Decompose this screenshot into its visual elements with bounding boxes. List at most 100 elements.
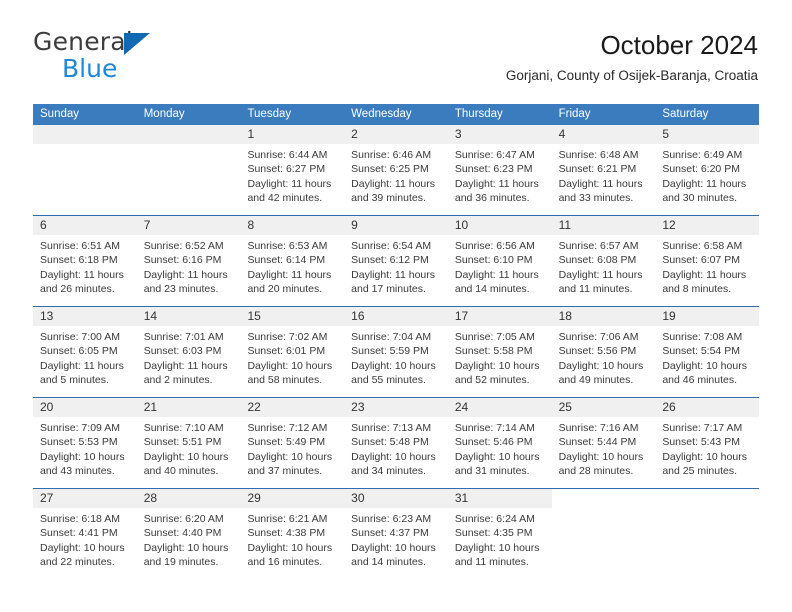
day-daylight-line: Daylight: 11 hours (558, 268, 643, 281)
day-daylight-line: Daylight: 11 hours (351, 268, 436, 281)
day-daylight-line: Daylight: 10 hours (558, 450, 644, 463)
day-daylight-line: and 26 minutes. (40, 282, 115, 295)
day-daylight-line: Daylight: 11 hours (351, 177, 436, 190)
day-sunrise-line: Sunrise: 7:13 AM (351, 422, 432, 434)
calendar-day-cell[interactable]: 5 Sunrise: 6:49 AM Sunset: 6:20 PM Daylight… (655, 125, 760, 215)
day-daylight-line: and 20 minutes. (247, 282, 323, 295)
calendar-page: General Blue October 2024 Gorjani, Count… (0, 0, 792, 612)
day-sunrise-line: Sunrise: 6:21 AM (247, 513, 328, 525)
calendar-day-cell[interactable]: 28 Sunrise: 6:20 AM Sunset: 4:40 PM Dayligh… (136, 489, 241, 579)
day-daylight-line: and 55 minutes. (351, 373, 426, 386)
calendar-day-cell[interactable]: 26 Sunrise: 7:17 AM Sunset: 5:43 PM Dayligh… (655, 398, 760, 488)
weekday-header-row: Sunday Monday Tuesday Wednesday Thursday Frid… (33, 104, 759, 125)
page-title: October 2024 (600, 30, 758, 60)
calendar-day-cell[interactable]: 29 Sunrise: 6:21 AM Sunset: 4:38 PM Dayligh… (240, 489, 345, 579)
day-sunrise-line: Sunrise: 7:16 AM (558, 422, 639, 434)
logo-text-general: General (33, 27, 133, 56)
calendar-day-cell[interactable]: 11 Sunrise: 6:57 AM Sunset: 6:08 PM Dayligh… (551, 216, 656, 306)
day-sunrise-line: Sunrise: 7:10 AM (143, 422, 224, 434)
day-sunrise-line: Sunrise: 6:49 AM (662, 149, 743, 161)
calendar-week-row: 27 Sunrise: 6:18 AM Sunset: 4:41 PM Dayligh… (33, 488, 760, 579)
day-sunrise-line: Sunrise: 6:56 AM (454, 240, 535, 252)
day-daylight-line: Daylight: 11 hours (143, 359, 228, 372)
day-sunset-line: Sunset: 5:44 PM (558, 436, 637, 449)
calendar-day-cell[interactable]: 9 Sunrise: 6:54 AM Sunset: 6:12 PM Daylight… (344, 216, 448, 306)
day-daylight-line: and 33 minutes. (558, 191, 634, 204)
calendar-day-cell[interactable]: 6 Sunrise: 6:51 AM Sunset: 6:18 PM Daylight… (33, 216, 137, 306)
calendar-day-cell[interactable]: 18 Sunrise: 7:06 AM Sunset: 5:56 PM Dayligh… (551, 307, 656, 397)
day-number: 5 (655, 125, 760, 144)
day-sun-info: Sunrise: 7:09 AM Sunset: 5:53 PM Daylight:… (33, 417, 137, 478)
day-sun-info: Sunrise: 6:18 AM Sunset: 4:41 PM Daylight:… (33, 508, 137, 569)
day-daylight-line: Daylight: 10 hours (662, 450, 747, 463)
day-sun-info: Sunrise: 6:20 AM Sunset: 4:40 PM Daylight:… (137, 508, 241, 569)
calendar-day-cell[interactable]: 2 Sunrise: 6:46 AM Sunset: 6:25 PM Daylight… (344, 125, 448, 215)
weekday-header-monday: Monday (143, 108, 185, 120)
day-number: 11 (551, 216, 656, 235)
day-sun-info: Sunrise: 6:49 AM Sunset: 6:20 PM Daylight:… (655, 144, 759, 205)
calendar-day-cell[interactable]: 24 Sunrise: 7:14 AM Sunset: 5:46 PM Dayligh… (447, 398, 552, 488)
calendar-day-cell[interactable]: 21 Sunrise: 7:10 AM Sunset: 5:51 PM Dayligh… (136, 398, 241, 488)
day-daylight-line: and 42 minutes. (247, 191, 323, 204)
day-daylight-line: Daylight: 11 hours (40, 359, 124, 372)
calendar-day-cell[interactable]: 4 Sunrise: 6:48 AM Sunset: 6:21 PM Daylight… (551, 125, 656, 215)
day-sunset-line: Sunset: 6:07 PM (662, 254, 740, 267)
day-daylight-line: Daylight: 10 hours (558, 359, 644, 372)
day-sun-info: Sunrise: 6:58 AM Sunset: 6:07 PM Daylight:… (655, 235, 759, 296)
day-number: 22 (240, 398, 345, 417)
day-daylight-line: Daylight: 10 hours (40, 450, 125, 463)
calendar-day-cell[interactable]: 10 Sunrise: 6:56 AM Sunset: 6:10 PM Dayligh… (447, 216, 552, 306)
calendar-day-cell[interactable]: 16 Sunrise: 7:04 AM Sunset: 5:59 PM Dayligh… (344, 307, 448, 397)
day-sunrise-line: Sunrise: 6:48 AM (558, 149, 639, 161)
day-sun-info: Sunrise: 7:13 AM Sunset: 5:48 PM Daylight:… (344, 417, 448, 478)
calendar-day-cell[interactable]: 23 Sunrise: 7:13 AM Sunset: 5:48 PM Dayligh… (344, 398, 448, 488)
day-sun-info: Sunrise: 6:44 AM Sunset: 6:27 PM Daylight:… (240, 144, 344, 205)
day-daylight-line: Daylight: 11 hours (454, 268, 539, 281)
calendar-day-cell[interactable]: 31 Sunrise: 6:24 AM Sunset: 4:35 PM Dayligh… (447, 489, 552, 579)
calendar-day-cell[interactable]: 27 Sunrise: 6:18 AM Sunset: 4:41 PM Dayligh… (33, 489, 137, 579)
day-sun-info: Sunrise: 6:54 AM Sunset: 6:12 PM Daylight:… (344, 235, 448, 296)
day-daylight-line: Daylight: 11 hours (662, 268, 747, 281)
calendar-day-cell[interactable]: 14 Sunrise: 7:01 AM Sunset: 6:03 PM Dayligh… (136, 307, 241, 397)
day-sun-info: Sunrise: 7:02 AM Sunset: 6:01 PM Daylight:… (240, 326, 344, 387)
day-sunrise-line: Sunrise: 7:12 AM (247, 422, 328, 434)
day-sunrise-line: Sunrise: 7:08 AM (662, 331, 743, 343)
calendar-day-cell[interactable]: 30 Sunrise: 6:23 AM Sunset: 4:37 PM Dayligh… (344, 489, 448, 579)
day-number: 6 (33, 216, 137, 235)
calendar-day-cell[interactable]: 15 Sunrise: 7:02 AM Sunset: 6:01 PM Dayligh… (240, 307, 345, 397)
day-sunset-line: Sunset: 6:05 PM (40, 345, 118, 358)
day-daylight-line: and 46 minutes. (662, 373, 738, 386)
day-sunset-line: Sunset: 6:10 PM (454, 254, 533, 267)
calendar-day-cell[interactable]: 17 Sunrise: 7:05 AM Sunset: 5:58 PM Dayligh… (447, 307, 552, 397)
day-daylight-line: Daylight: 10 hours (351, 359, 436, 372)
day-number: 20 (33, 398, 137, 417)
day-sunrise-line: Sunrise: 7:17 AM (662, 422, 743, 434)
calendar-day-cell[interactable]: 13 Sunrise: 7:00 AM Sunset: 6:05 PM Dayligh… (33, 307, 137, 397)
title-block: October 2024 Gorjani, County of Osijek-B… (506, 28, 758, 85)
calendar-day-cell[interactable]: 1 Sunrise: 6:44 AM Sunset: 6:27 PM Daylight… (240, 125, 345, 215)
day-number: 17 (447, 307, 552, 326)
day-daylight-line: and 11 minutes. (454, 555, 529, 568)
weekday-header-saturday: Saturday (662, 108, 709, 120)
day-sunset-line: Sunset: 6:27 PM (247, 163, 326, 176)
day-sunset-line: Sunset: 4:40 PM (143, 527, 222, 540)
day-number: 28 (136, 489, 241, 508)
day-number (655, 489, 759, 508)
day-daylight-line: and 17 minutes. (351, 282, 426, 295)
day-sunrise-line: Sunrise: 7:04 AM (351, 331, 432, 343)
calendar-day-cell[interactable]: 3 Sunrise: 6:47 AM Sunset: 6:23 PM Daylight… (447, 125, 552, 215)
day-sunset-line: Sunset: 4:37 PM (351, 527, 429, 540)
general-blue-logo[interactable]: General Blue (33, 28, 213, 84)
calendar-day-cell[interactable]: 20 Sunrise: 7:09 AM Sunset: 5:53 PM Dayligh… (33, 398, 137, 488)
day-daylight-line: and 14 minutes. (351, 555, 426, 568)
calendar-day-cell[interactable]: 19 Sunrise: 7:08 AM Sunset: 5:54 PM Dayligh… (655, 307, 760, 397)
day-sunrise-line: Sunrise: 6:54 AM (351, 240, 432, 252)
day-sunrise-line: Sunrise: 7:05 AM (454, 331, 535, 343)
day-number: 31 (447, 489, 552, 508)
calendar-day-cell[interactable]: 12 Sunrise: 6:58 AM Sunset: 6:07 PM Dayligh… (655, 216, 760, 306)
calendar-day-cell[interactable]: 25 Sunrise: 7:16 AM Sunset: 5:44 PM Dayligh… (551, 398, 656, 488)
calendar-day-cell[interactable]: 7 Sunrise: 6:52 AM Sunset: 6:16 PM Daylight… (136, 216, 241, 306)
calendar-day-cell[interactable]: 22 Sunrise: 7:12 AM Sunset: 5:49 PM Dayligh… (240, 398, 345, 488)
calendar-day-cell[interactable]: 8 Sunrise: 6:53 AM Sunset: 6:14 PM Daylight… (240, 216, 345, 306)
day-sunset-line: Sunset: 5:53 PM (40, 436, 118, 449)
